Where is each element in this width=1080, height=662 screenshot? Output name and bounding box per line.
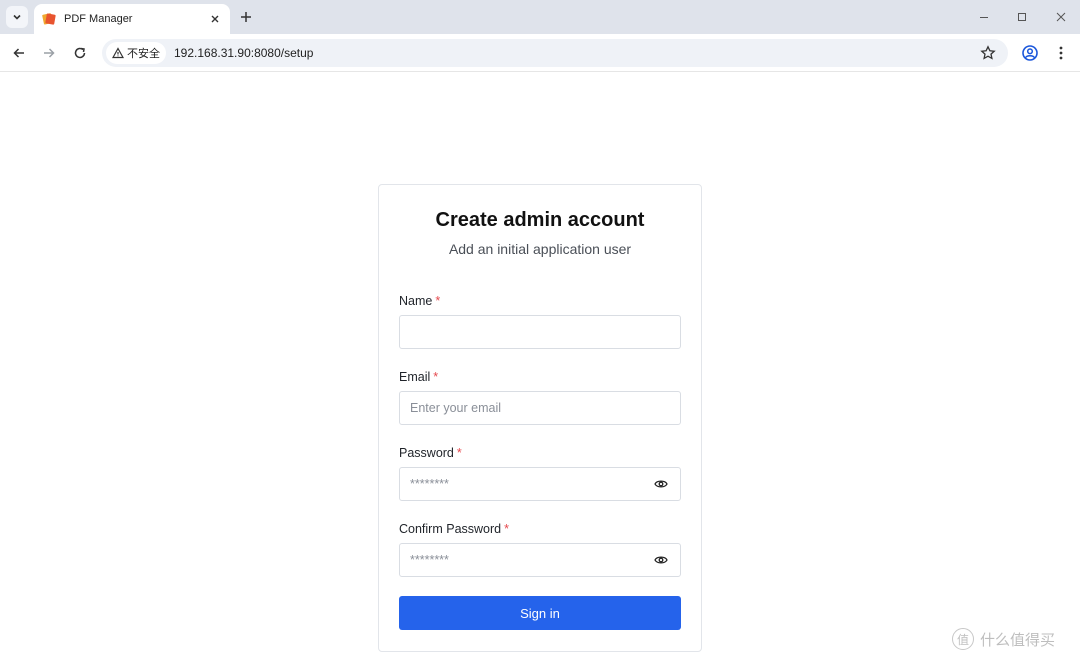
confirm-password-label-text: Confirm Password [399,522,502,536]
password-input[interactable] [399,467,681,501]
minimize-icon[interactable] [976,9,992,25]
required-marker: * [435,294,441,308]
security-label: 不安全 [127,48,160,60]
confirm-password-input[interactable] [399,543,681,577]
chevron-down-icon [13,14,21,20]
page-title: Create admin account [435,209,645,231]
pdf-favicon-icon [42,12,56,26]
tab-title: PDF Manager [64,13,133,25]
tab-close-icon[interactable] [208,12,222,26]
page-subtitle: Add an initial application user [448,241,632,257]
sign-in-button[interactable]: Sign in [399,596,681,630]
name-label: Name * [399,294,440,308]
close-window-icon[interactable] [1053,9,1069,25]
bookmark-star-icon[interactable] [980,45,996,61]
email-label: Email * [399,370,438,384]
profile-avatar-icon[interactable] [1021,44,1039,62]
warning-icon [112,47,124,59]
forward-arrow-icon[interactable] [40,44,58,62]
required-marker: * [504,522,509,536]
back-arrow-icon[interactable] [10,44,28,62]
password-label-text: Password [399,446,454,460]
watermark: 值 什么值得买 [952,628,1055,650]
email-label-text: Email [399,370,431,384]
watermark-logo-icon: 值 [952,628,974,650]
setup-card: Create admin account Add an initial appl… [378,184,702,652]
browser-toolbar: 不安全 192.168.31.90:8080/setup [0,34,1080,72]
required-marker: * [456,446,462,460]
confirm-password-label: Confirm Password * [399,522,509,536]
show-password-eye-icon[interactable] [653,476,669,492]
reload-icon[interactable] [71,44,89,62]
tab-search-button[interactable] [6,6,28,28]
email-input[interactable] [399,391,681,425]
name-label-text: Name [399,294,433,308]
maximize-icon[interactable] [1014,9,1030,25]
url-text: 192.168.31.90:8080/setup [174,46,314,60]
password-label: Password * [399,446,462,460]
name-input[interactable] [399,315,681,349]
watermark-text: 什么值得买 [980,631,1056,649]
new-tab-icon[interactable] [238,9,254,25]
tab-strip: PDF Manager [0,0,1080,34]
security-indicator[interactable]: 不安全 [106,42,166,64]
address-bar[interactable]: 不安全 192.168.31.90:8080/setup [102,39,1008,67]
required-marker: * [433,370,439,384]
more-options-icon[interactable] [1052,44,1070,62]
browser-tab[interactable]: PDF Manager [34,4,230,34]
show-confirm-password-eye-icon[interactable] [653,552,669,568]
